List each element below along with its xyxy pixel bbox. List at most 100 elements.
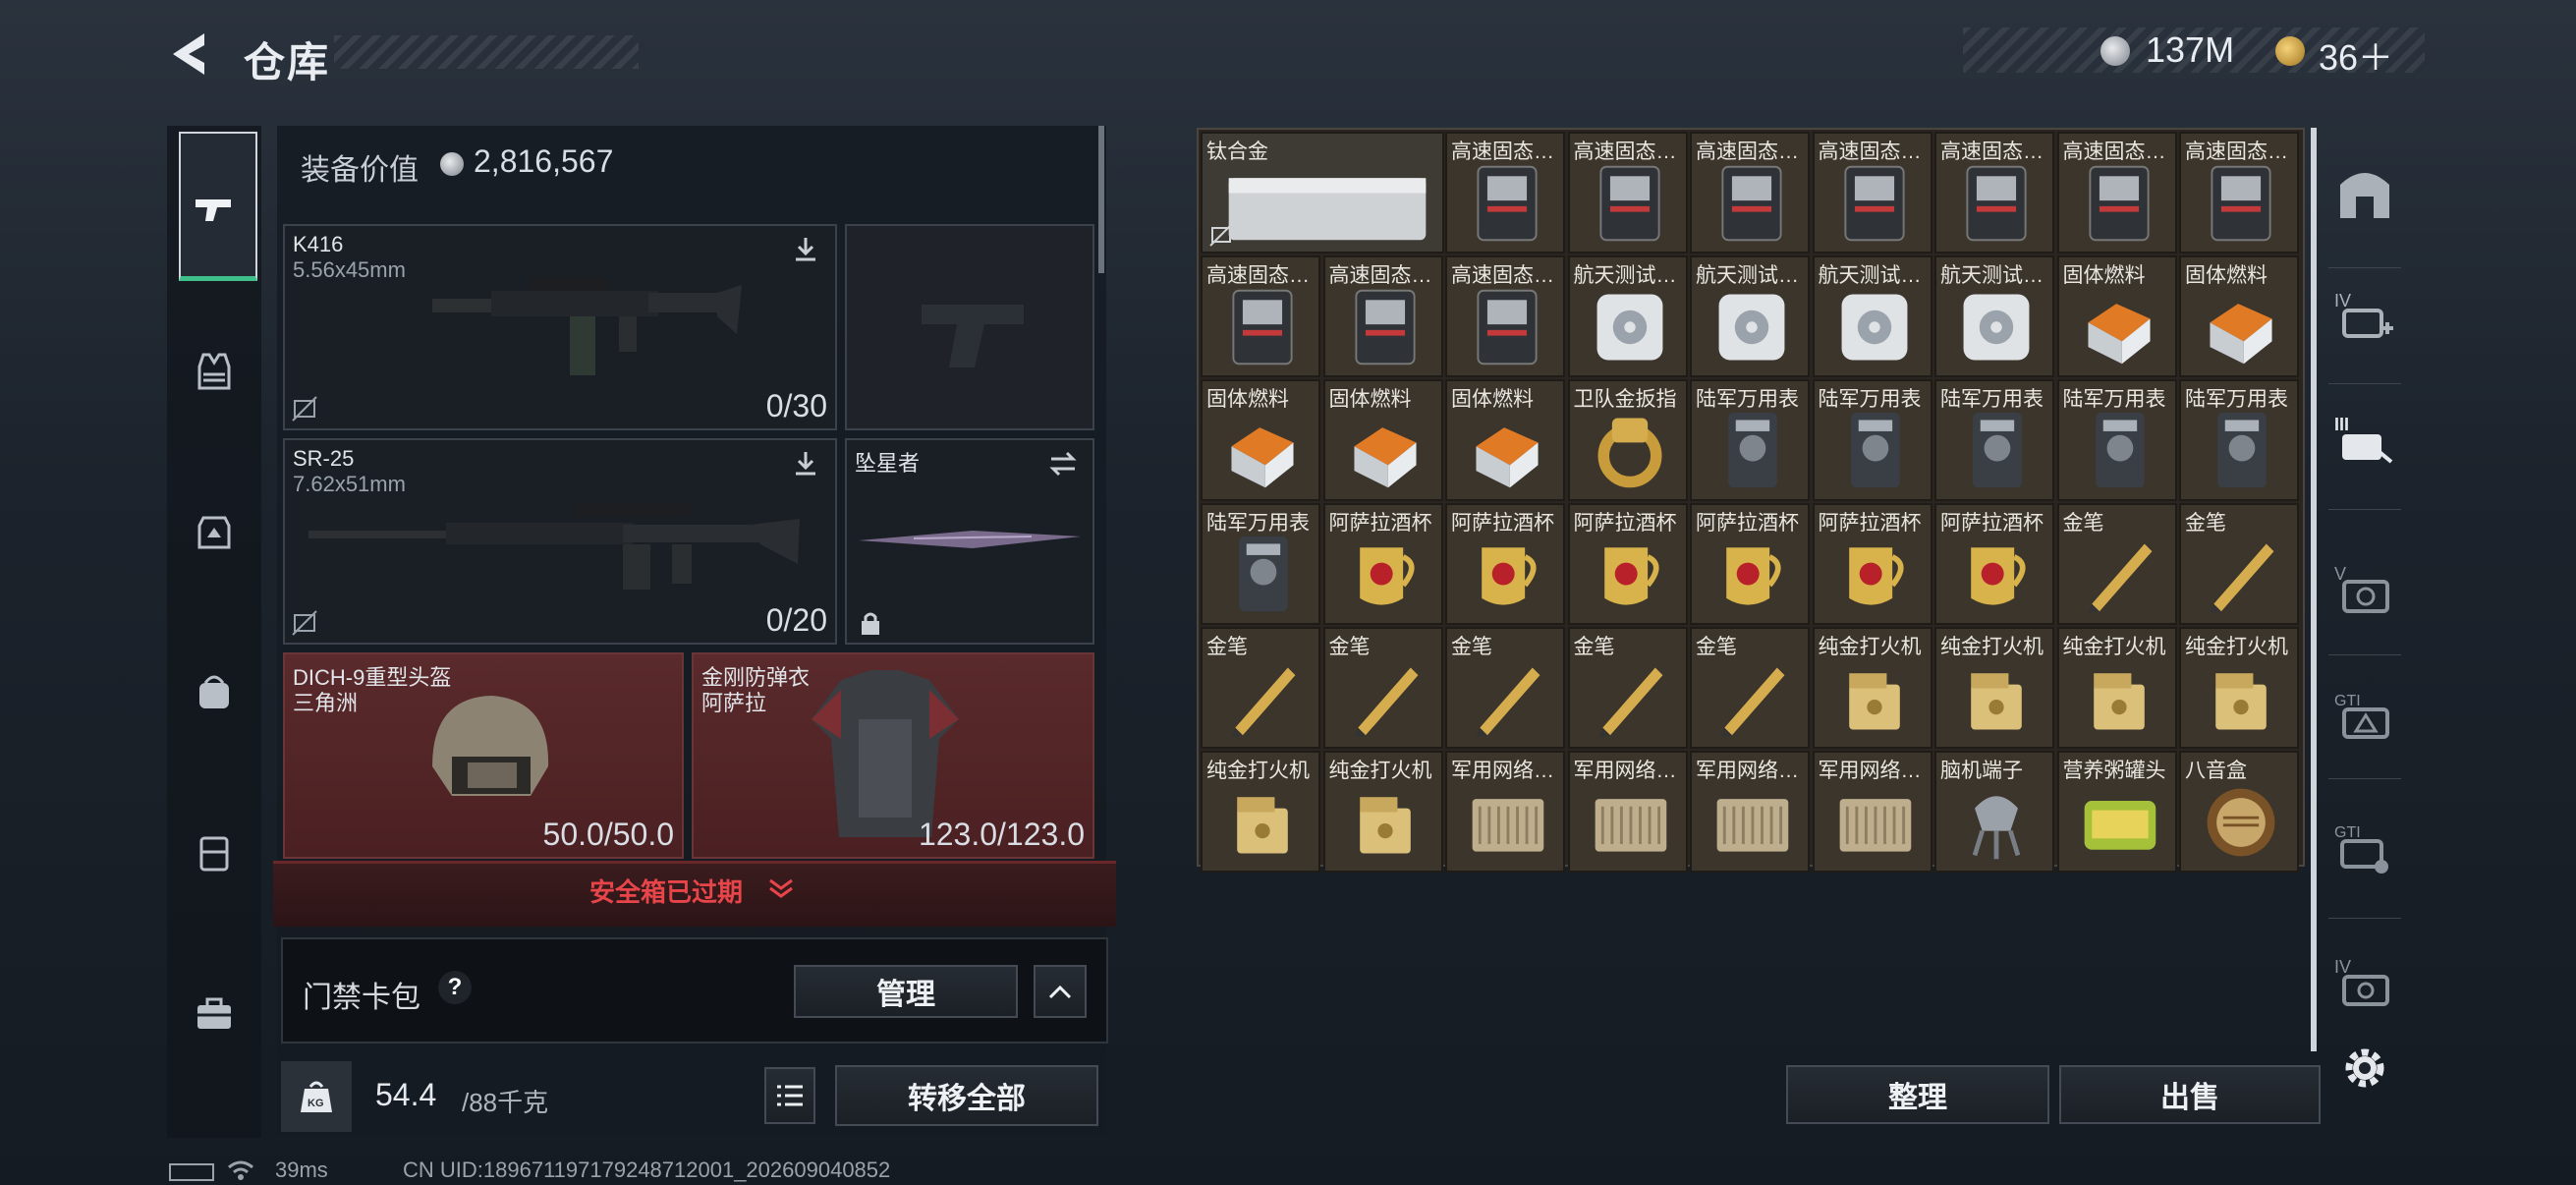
inventory-item[interactable]: 钛合金 bbox=[1201, 132, 1444, 254]
inventory-item[interactable]: 阿萨拉酒杯 bbox=[1567, 503, 1688, 625]
inventory-item[interactable]: 纯金打火机 bbox=[1812, 627, 1932, 749]
inventory-item[interactable]: 军用网络… bbox=[1567, 751, 1688, 873]
cup-icon bbox=[1359, 547, 1415, 605]
inventory-item[interactable]: 金笔 bbox=[1201, 627, 1320, 749]
inventory-item[interactable]: 固体燃料 bbox=[1322, 379, 1443, 501]
storage-tab-4-icon[interactable]: IV bbox=[2330, 283, 2399, 352]
inventory-item[interactable]: 金笔 bbox=[1567, 627, 1688, 749]
unload-icon[interactable] bbox=[790, 448, 821, 480]
inventory-item[interactable]: 军用网络… bbox=[1690, 751, 1810, 873]
inventory-item[interactable]: 高速固态… bbox=[1934, 132, 2054, 254]
inventory-item[interactable]: 阿萨拉酒杯 bbox=[1690, 503, 1810, 625]
inventory-item[interactable]: 固体燃料 bbox=[2179, 255, 2299, 377]
equipment-scrollbar[interactable] bbox=[1098, 126, 1104, 273]
inventory-item[interactable]: 金笔 bbox=[1322, 627, 1443, 749]
inventory-item[interactable]: 航天测试… bbox=[1812, 255, 1932, 377]
sort-button[interactable]: 整理 bbox=[1786, 1065, 2049, 1124]
primary-weapon-slot[interactable]: K416 5.56x45mm 0/30 bbox=[283, 224, 837, 430]
swap-icon[interactable] bbox=[1047, 448, 1079, 480]
inventory-item[interactable]: 高速固态… bbox=[1445, 132, 1565, 254]
vest-icon[interactable] bbox=[183, 340, 246, 403]
secondary-weapon-slot[interactable]: SR-25 7.62x51mm 0/20 bbox=[283, 438, 837, 645]
storage-home-icon[interactable] bbox=[2330, 159, 2399, 228]
inventory-item[interactable]: 脑机端子 bbox=[1934, 751, 2054, 873]
list-view-button[interactable] bbox=[764, 1067, 815, 1124]
inventory-item[interactable]: 航天测试… bbox=[1690, 255, 1810, 377]
rifle-icon bbox=[432, 277, 742, 375]
inventory-item[interactable]: 高速固态… bbox=[1812, 132, 1932, 254]
storage-tab-5-icon[interactable]: V bbox=[2330, 556, 2399, 625]
inventory-item[interactable]: 金笔 bbox=[1445, 627, 1565, 749]
inventory-item[interactable]: 高速固态… bbox=[1690, 132, 1810, 254]
carry-weight: 54.4 bbox=[375, 1077, 437, 1112]
inventory-item[interactable]: 陆军万用表 bbox=[2056, 379, 2177, 501]
collapse-button[interactable] bbox=[1034, 965, 1087, 1018]
inventory-item[interactable]: 陆军万用表 bbox=[2179, 379, 2299, 501]
network-box-icon bbox=[1839, 799, 1911, 852]
inventory-item[interactable]: 金笔 bbox=[2056, 503, 2177, 625]
inventory-item[interactable]: 金笔 bbox=[2179, 503, 2299, 625]
inventory-item[interactable]: 卫队金扳指 bbox=[1567, 379, 1688, 501]
manage-button[interactable]: 管理 bbox=[794, 965, 1018, 1018]
inventory-item[interactable]: 纯金打火机 bbox=[2056, 627, 2177, 749]
briefcase-icon[interactable] bbox=[183, 983, 246, 1045]
inventory-item[interactable]: 高速固态… bbox=[2179, 132, 2299, 254]
melee-slot[interactable]: 坠星者 bbox=[845, 438, 1094, 645]
svg-text:KG: KG bbox=[308, 1098, 324, 1109]
inventory-item[interactable]: 固体燃料 bbox=[1201, 379, 1320, 501]
inventory-item[interactable]: 航天测试… bbox=[1934, 255, 2054, 377]
inventory-item[interactable]: 陆军万用表 bbox=[1690, 379, 1810, 501]
inventory-item[interactable]: 高速固态… bbox=[1567, 132, 1688, 254]
inventory-item[interactable]: 固体燃料 bbox=[2056, 255, 2177, 377]
inventory-item[interactable]: 纯金打火机 bbox=[1322, 751, 1443, 873]
case-icon[interactable] bbox=[183, 821, 246, 884]
gold-pen-icon bbox=[2210, 543, 2274, 614]
inventory-item[interactable]: 八音盒 bbox=[2179, 751, 2299, 873]
settings-gear-icon[interactable] bbox=[2338, 1042, 2391, 1095]
helmet-slot[interactable]: DICH-9重型头盔 三角洲 50.0/50.0 bbox=[283, 652, 684, 859]
sell-button[interactable]: 出售 bbox=[2059, 1065, 2321, 1124]
inventory-item[interactable]: 航天测试… bbox=[1567, 255, 1688, 377]
multimeter-icon bbox=[2095, 412, 2145, 488]
inventory-item[interactable]: 陆军万用表 bbox=[1201, 503, 1320, 625]
sidearm-slot-empty[interactable] bbox=[845, 224, 1094, 430]
inventory-scrollbar[interactable] bbox=[2311, 128, 2317, 1051]
inventory-item[interactable]: 固体燃料 bbox=[1445, 379, 1565, 501]
backpack-icon[interactable] bbox=[183, 499, 246, 562]
unload-icon[interactable] bbox=[790, 234, 821, 265]
inventory-item[interactable]: 高速固态… bbox=[1201, 255, 1320, 377]
inventory-item[interactable]: 阿萨拉酒杯 bbox=[1322, 503, 1443, 625]
storage-tab-g2-icon[interactable]: GTI bbox=[2330, 814, 2399, 882]
gold-pen-icon bbox=[1597, 667, 1662, 738]
pistol-icon[interactable] bbox=[183, 177, 246, 240]
inventory-item[interactable]: 高速固态… bbox=[1322, 255, 1443, 377]
inventory-item[interactable]: 纯金打火机 bbox=[1934, 627, 2054, 749]
premium-currency-amount[interactable]: 36＋ bbox=[2319, 29, 2393, 81]
ammo-count: 0/20 bbox=[765, 602, 827, 638]
ssd-icon bbox=[1477, 289, 1538, 366]
inventory-item[interactable]: 营养粥罐头 bbox=[2056, 751, 2177, 873]
inventory-item[interactable]: 阿萨拉酒杯 bbox=[1934, 503, 2054, 625]
inventory-item[interactable]: 金笔 bbox=[1690, 627, 1810, 749]
inventory-item[interactable]: 军用网络… bbox=[1812, 751, 1932, 873]
inventory-item[interactable]: 纯金打火机 bbox=[2179, 627, 2299, 749]
storage-tab-3-icon[interactable]: III bbox=[2330, 407, 2399, 476]
inventory-item[interactable]: 军用网络… bbox=[1445, 751, 1565, 873]
equipment-value-label: 装备价值 bbox=[301, 154, 419, 187]
inventory-item[interactable]: 阿萨拉酒杯 bbox=[1445, 503, 1565, 625]
storage-tab-g1-icon[interactable]: GTI bbox=[2330, 682, 2399, 751]
metal-bar-icon bbox=[1228, 178, 1427, 241]
inventory-item[interactable]: 高速固态… bbox=[2056, 132, 2177, 254]
help-icon[interactable]: ? bbox=[438, 971, 472, 1004]
bag-icon[interactable] bbox=[183, 660, 246, 723]
storage-tab-4b-icon[interactable]: IV bbox=[2330, 949, 2399, 1018]
inventory-item[interactable]: 高速固态… bbox=[1445, 255, 1565, 377]
inventory-item[interactable]: 陆军万用表 bbox=[1934, 379, 2054, 501]
inventory-item[interactable]: 阿萨拉酒杯 bbox=[1812, 503, 1932, 625]
armor-slot[interactable]: 金刚防弹衣 阿萨拉 123.0/123.0 bbox=[692, 652, 1094, 859]
safebox-status: 安全箱已过期 bbox=[589, 877, 744, 907]
inventory-item[interactable]: 陆军万用表 bbox=[1812, 379, 1932, 501]
back-arrow-icon[interactable] bbox=[165, 28, 214, 81]
transfer-all-button[interactable]: 转移全部 bbox=[835, 1065, 1098, 1126]
inventory-item[interactable]: 纯金打火机 bbox=[1201, 751, 1320, 873]
